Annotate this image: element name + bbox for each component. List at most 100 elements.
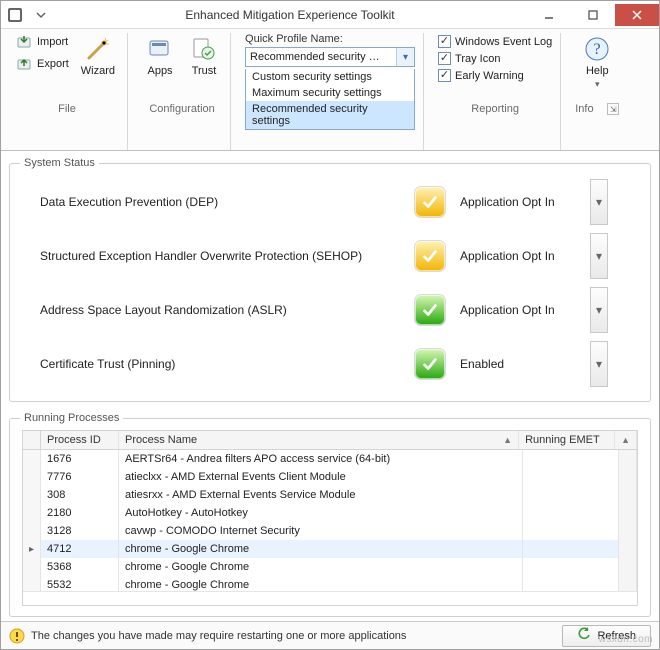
minimize-button[interactable]	[527, 4, 571, 26]
trayicon-checkbox[interactable]: ✓	[438, 52, 451, 65]
row-selector[interactable]	[23, 558, 41, 576]
help-icon: ?	[583, 35, 611, 63]
ribbon: Import Export Wizard File	[1, 29, 659, 151]
cell-scroll-gutter	[619, 576, 637, 591]
trayicon-label: Tray Icon	[455, 53, 500, 65]
trust-label: Trust	[192, 65, 217, 77]
ribbon-group-file: Import Export Wizard File	[7, 33, 128, 150]
col-process-id[interactable]: Process ID	[41, 431, 119, 449]
cell-running-emet	[523, 504, 619, 522]
table-row[interactable]: 7776atieclxx - AMD External Events Clien…	[23, 468, 637, 486]
table-row[interactable]: 5532chrome - Google Chrome	[23, 576, 637, 591]
quickprofile-selected: Recommended security …	[246, 51, 396, 63]
apps-button[interactable]: Apps	[142, 33, 178, 79]
main-window: Enhanced Mitigation Experience Toolkit I…	[0, 0, 660, 650]
group-label-info: Info	[575, 103, 593, 115]
table-row[interactable]: 1676AERTSr64 - Andrea filters APO access…	[23, 450, 637, 468]
earlywarning-label: Early Warning	[455, 70, 524, 82]
import-icon	[15, 33, 33, 51]
status-dropdown[interactable]: ▾	[590, 287, 608, 333]
quickprofile-combo[interactable]: Recommended security … ▾	[245, 47, 415, 67]
eventlog-checkbox[interactable]: ✓	[438, 35, 451, 48]
status-value: Application Opt In	[460, 195, 590, 209]
status-row: Certificate Trust (Pinning)Enabled▾	[20, 337, 640, 391]
group-launcher-info[interactable]: ⇲	[607, 103, 619, 115]
ribbon-expand-toggle[interactable]	[29, 3, 53, 27]
cell-running-emet	[523, 468, 619, 486]
row-selector[interactable]	[23, 522, 41, 540]
help-button[interactable]: ? Help ▾	[579, 33, 615, 92]
close-button[interactable]	[615, 4, 659, 26]
cell-process-name: cavwp - COMODO Internet Security	[119, 522, 523, 540]
row-selector[interactable]	[23, 486, 41, 504]
status-dropdown[interactable]: ▾	[590, 233, 608, 279]
col-running-emet[interactable]: Running EMET	[519, 431, 615, 449]
table-row[interactable]: 5368chrome - Google Chrome	[23, 558, 637, 576]
cell-process-name: AERTSr64 - Andrea filters APO access ser…	[119, 450, 523, 468]
quickprofile-option-custom[interactable]: Custom security settings	[246, 69, 414, 85]
row-selector[interactable]	[23, 450, 41, 468]
cell-process-id: 5532	[41, 576, 119, 591]
table-row[interactable]: 2180AutoHotkey - AutoHotkey	[23, 504, 637, 522]
status-dropdown[interactable]: ▾	[590, 341, 608, 387]
table-row[interactable]: 3128cavwp - COMODO Internet Security	[23, 522, 637, 540]
cell-process-id: 3128	[41, 522, 119, 540]
eventlog-checkbox-row: ✓ Windows Event Log	[438, 35, 552, 48]
maximize-button[interactable]	[571, 4, 615, 26]
status-name: Certificate Trust (Pinning)	[20, 357, 400, 371]
cell-process-name: atieclxx - AMD External Events Client Mo…	[119, 468, 523, 486]
cell-scroll-gutter	[619, 468, 637, 486]
sort-asc-icon: ▲	[503, 435, 512, 445]
status-row: Data Execution Prevention (DEP)Applicati…	[20, 175, 640, 229]
refresh-label: Refresh	[597, 630, 636, 642]
table-row[interactable]: 308atiesrxx - AMD External Events Servic…	[23, 486, 637, 504]
svg-text:?: ?	[594, 41, 601, 58]
refresh-button[interactable]: Refresh	[562, 625, 651, 647]
apps-icon	[146, 35, 174, 63]
gutter-header	[23, 431, 41, 449]
status-name: Structured Exception Handler Overwrite P…	[20, 249, 400, 263]
quickprofile-option-recommended[interactable]: Recommended security settings	[246, 101, 414, 129]
export-label: Export	[37, 58, 69, 70]
help-menu-indicator: ▾	[595, 79, 600, 90]
app-icon	[5, 5, 25, 25]
scroll-up-button[interactable]: ▲	[615, 431, 637, 449]
process-table: Process ID Process Name ▲ Running EMET ▲…	[22, 430, 638, 606]
wizard-button[interactable]: Wizard	[77, 33, 119, 79]
table-row[interactable]: ▸4712chrome - Google Chrome	[23, 540, 637, 558]
trust-icon	[190, 35, 218, 63]
status-bar: The changes you have made may require re…	[1, 621, 659, 649]
cell-running-emet	[523, 576, 619, 591]
running-processes-legend: Running Processes	[20, 412, 123, 424]
row-selector[interactable]	[23, 576, 41, 591]
wizard-label: Wizard	[81, 65, 115, 77]
eventlog-label: Windows Event Log	[455, 36, 552, 48]
trust-button[interactable]: Trust	[186, 33, 222, 79]
status-message: The changes you have made may require re…	[31, 630, 556, 642]
import-button[interactable]: Import	[15, 33, 69, 51]
row-selector[interactable]: ▸	[23, 540, 41, 558]
cell-process-name: chrome - Google Chrome	[119, 576, 523, 591]
col-process-name-label: Process Name	[125, 434, 197, 446]
cell-scroll-gutter	[619, 504, 637, 522]
export-button[interactable]: Export	[15, 55, 69, 73]
earlywarning-checkbox[interactable]: ✓	[438, 69, 451, 82]
status-name: Address Space Layout Randomization (ASLR…	[20, 303, 400, 317]
quickprofile-heading: Quick Profile Name:	[245, 33, 415, 45]
row-selector[interactable]	[23, 468, 41, 486]
wizard-icon	[84, 35, 112, 63]
quickprofile-option-maximum[interactable]: Maximum security settings	[246, 85, 414, 101]
system-status-panel: System Status Data Execution Prevention …	[9, 157, 651, 402]
row-selector[interactable]	[23, 504, 41, 522]
ribbon-group-info: ? Help ▾ Info ⇲	[567, 33, 627, 150]
col-process-name[interactable]: Process Name ▲	[119, 431, 519, 449]
cell-scroll-gutter	[619, 450, 637, 468]
status-icon	[400, 241, 460, 271]
cell-process-id: 7776	[41, 468, 119, 486]
import-label: Import	[37, 36, 68, 48]
warning-icon	[9, 628, 25, 644]
cell-scroll-gutter	[619, 486, 637, 504]
cell-scroll-gutter	[619, 540, 637, 558]
status-dropdown[interactable]: ▾	[590, 179, 608, 225]
cell-process-name: AutoHotkey - AutoHotkey	[119, 504, 523, 522]
